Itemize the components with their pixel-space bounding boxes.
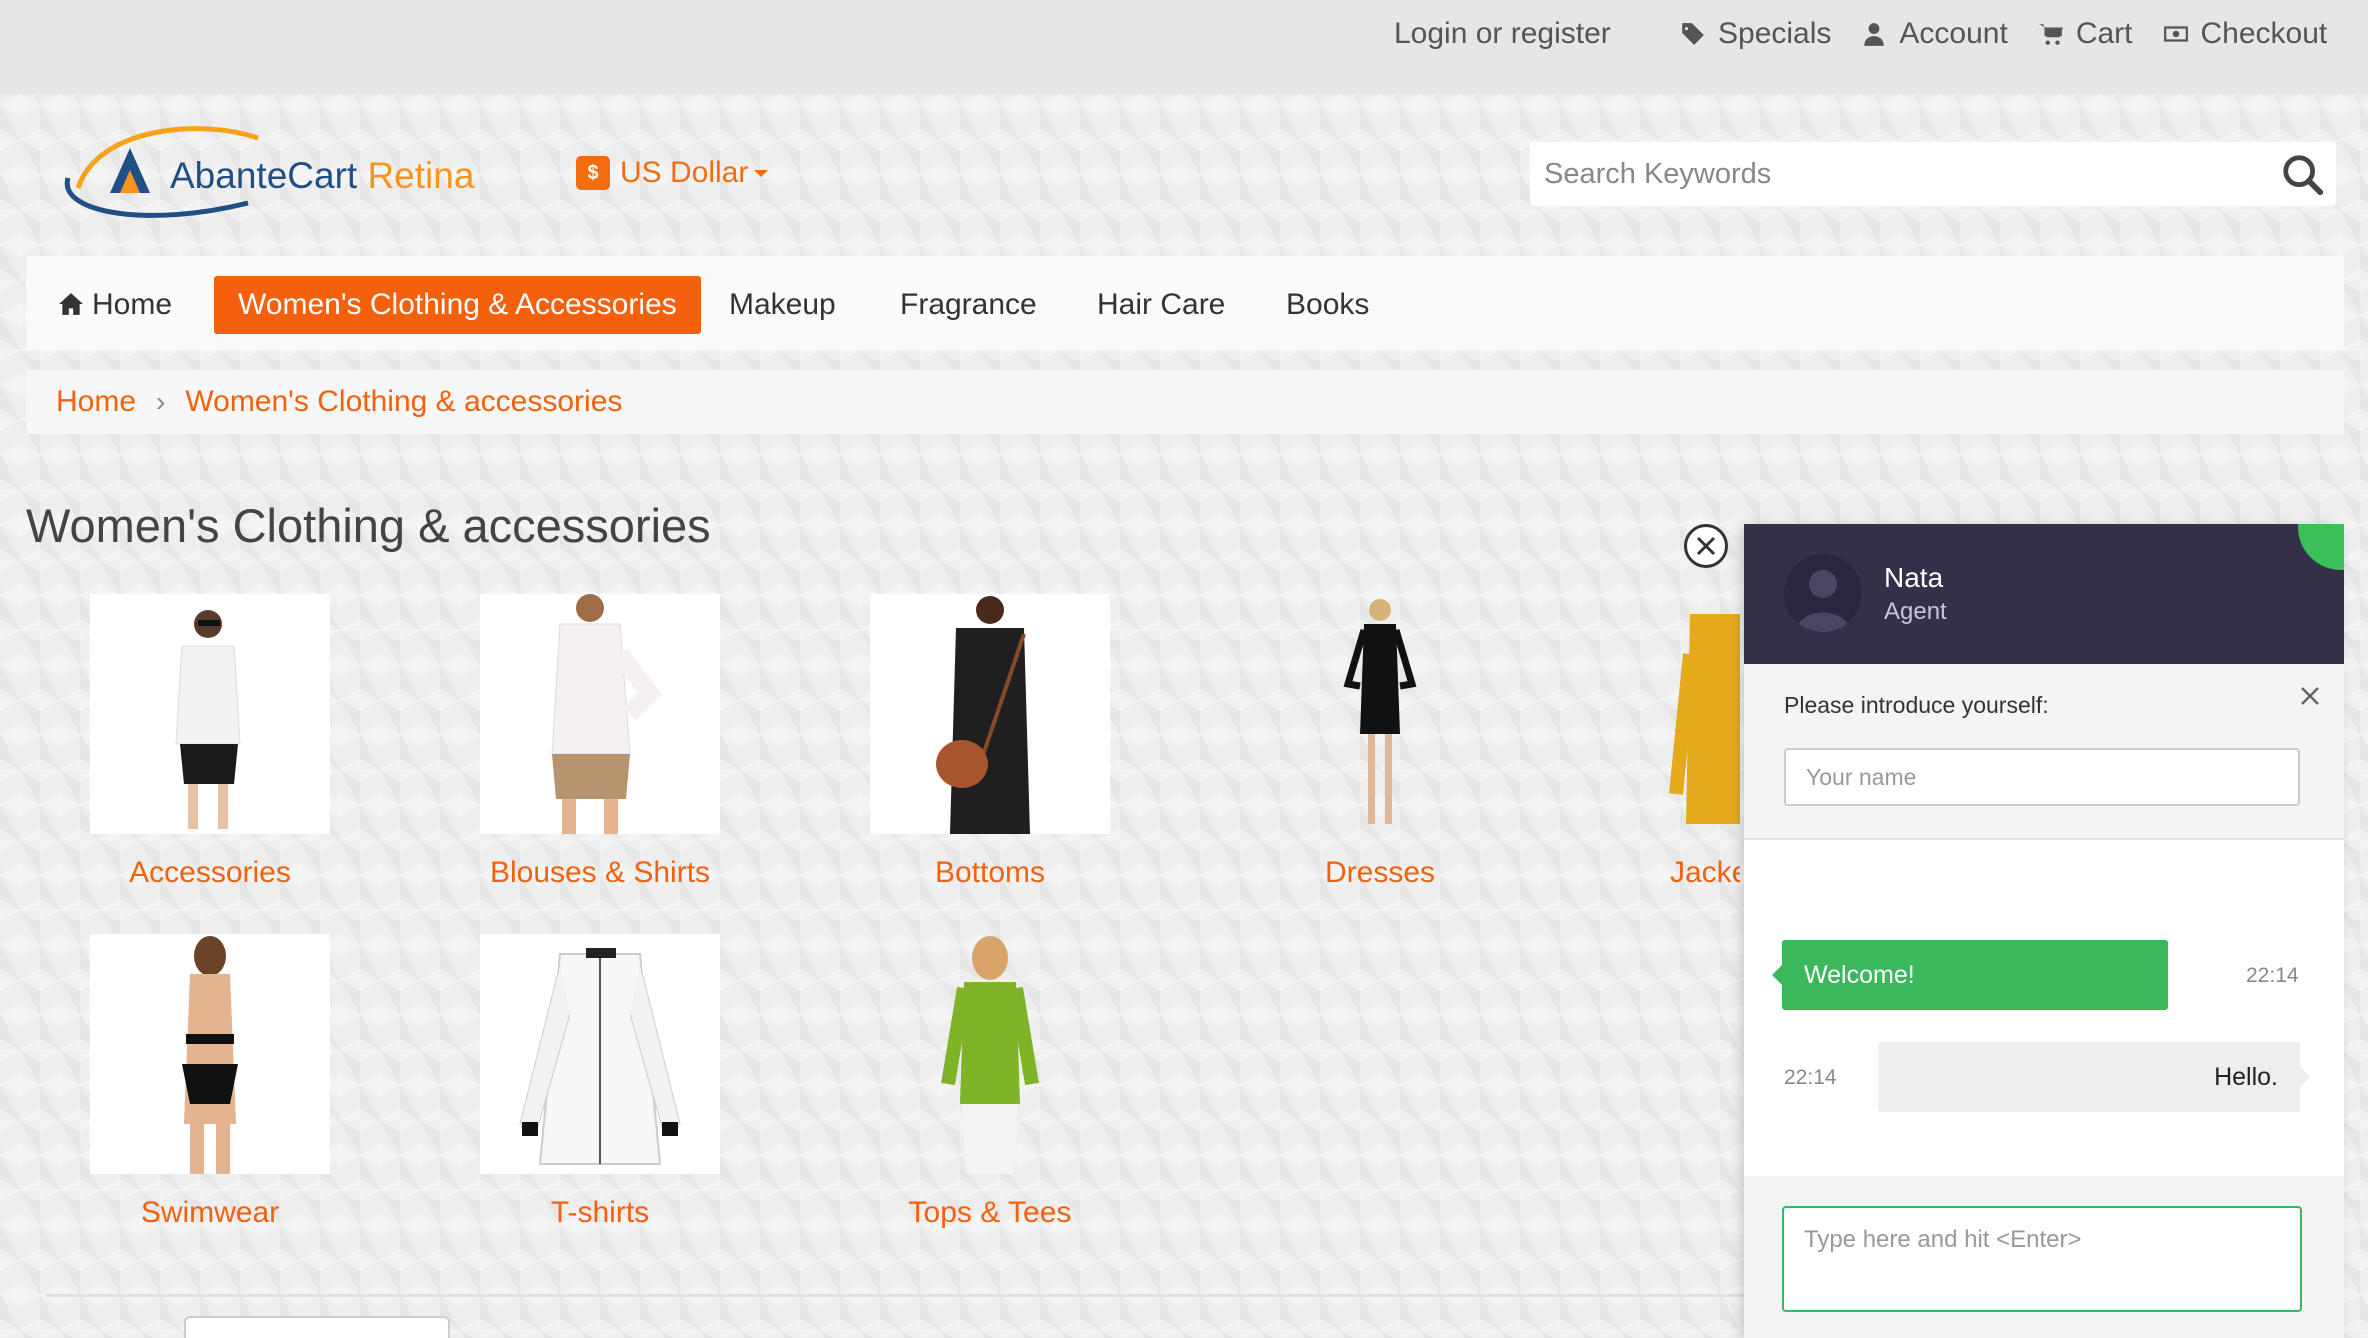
cart-link[interactable]: Cart [2038, 15, 2133, 53]
category-image[interactable] [870, 594, 1110, 834]
message-timestamp: 22:14 [2246, 964, 2299, 987]
category-image[interactable] [1590, 594, 1740, 834]
sort-select[interactable] [184, 1316, 450, 1338]
close-icon [1696, 536, 1716, 556]
category-t-shirts[interactable]: T-shirts [480, 934, 720, 1230]
top-bar: Login or register Specials Account Cart … [0, 0, 2368, 94]
chat-widget: Nata Agent Please introduce yourself: We… [1744, 524, 2344, 1338]
name-field[interactable] [1784, 748, 2300, 806]
nav-item-fragrance[interactable]: Fragrance [900, 276, 1037, 334]
top-links: Specials Account Cart Checkout [1680, 15, 2327, 53]
breadcrumb-home[interactable]: Home [56, 385, 136, 419]
nav-item-womens-clothing[interactable]: Women's Clothing & Accessories [214, 276, 701, 334]
model-tshirt-image [175, 610, 241, 829]
category-label[interactable]: T-shirts [480, 1196, 720, 1230]
cart-icon [2038, 24, 2063, 45]
category-jackets[interactable]: Jackets [1590, 594, 1740, 890]
model-dress-image [1343, 599, 1417, 824]
checkout-link[interactable]: Checkout [2163, 15, 2328, 53]
currency-label: US Dollar [620, 156, 749, 189]
search-input[interactable] [1530, 142, 2260, 206]
avatar [1784, 554, 1862, 632]
nav-item-home[interactable]: Home [58, 276, 172, 334]
category-tops-tees[interactable]: Tops & Tees [870, 934, 1110, 1230]
main-nav: Home Women's Clothing & Accessories Make… [26, 256, 2344, 350]
cart-label: Cart [2075, 17, 2133, 50]
tag-icon [1682, 23, 1704, 45]
category-label[interactable]: Blouses & Shirts [480, 856, 720, 890]
online-status-indicator [2298, 524, 2344, 570]
category-image[interactable] [1260, 594, 1500, 834]
chevron-down-icon [754, 169, 769, 177]
message-timestamp: 22:14 [1784, 1066, 1837, 1089]
close-icon[interactable] [2296, 682, 2324, 710]
user-silhouette-icon [1796, 570, 1850, 632]
account-label: Account [1899, 17, 2008, 50]
shirt-image [519, 948, 681, 1165]
search-box [1530, 142, 2336, 206]
specials-label: Specials [1718, 17, 1832, 50]
account-link[interactable]: Account [1861, 15, 2008, 53]
user-icon [1864, 23, 1885, 46]
nav-item-books[interactable]: Books [1286, 276, 1369, 334]
message-input[interactable] [1782, 1206, 2302, 1312]
category-label[interactable]: Swimwear [90, 1196, 330, 1230]
model-bottoms-image [936, 596, 1030, 834]
agent-name: Nata [1884, 562, 1944, 593]
category-label[interactable]: Bottoms [870, 856, 1110, 890]
divider [46, 1294, 1746, 1297]
home-icon [59, 293, 83, 315]
category-label[interactable]: Tops & Tees [870, 1196, 1110, 1230]
category-image[interactable] [480, 934, 720, 1174]
chat-header: Nata Agent [1744, 524, 2344, 664]
login-register-link[interactable]: Login or register [1394, 15, 1611, 53]
model-jacket-image [1669, 614, 1740, 824]
breadcrumb: Home › Women's Clothing & accessories [26, 370, 2344, 434]
category-image[interactable] [90, 934, 330, 1174]
nav-item-hair-care[interactable]: Hair Care [1097, 276, 1225, 334]
category-swimwear[interactable]: Swimwear [90, 934, 330, 1230]
money-icon [2163, 26, 2188, 42]
dollar-icon: $ [576, 156, 610, 190]
currency-selector[interactable]: $ US Dollar [576, 156, 769, 190]
category-image[interactable] [480, 594, 720, 834]
page-title: Women's Clothing & accessories [26, 499, 711, 552]
model-blouse-image [551, 594, 662, 834]
specials-link[interactable]: Specials [1680, 15, 1831, 53]
nav-home-label: Home [92, 288, 173, 321]
chat-composer [1744, 1176, 2344, 1338]
introduce-panel: Please introduce yourself: [1744, 664, 2344, 840]
nav-item-makeup[interactable]: Makeup [729, 276, 836, 334]
breadcrumb-current[interactable]: Women's Clothing & accessories [185, 385, 622, 419]
agent-message: Welcome! [1772, 940, 2168, 1010]
category-label[interactable]: Accessories [90, 856, 330, 890]
logo-accent-text: Retina [367, 155, 475, 196]
logo-text: AbanteCart Retina [170, 155, 474, 197]
search-icon[interactable] [2280, 152, 2326, 198]
category-image[interactable] [870, 934, 1110, 1174]
model-tops-image [941, 936, 1039, 1174]
category-image[interactable] [90, 594, 330, 834]
chevron-right-icon: › [156, 386, 166, 417]
chat-close-button[interactable] [1684, 524, 1728, 568]
logo-main-text: AbanteCart [170, 155, 358, 196]
category-bottoms[interactable]: Bottoms [870, 594, 1110, 890]
intro-label: Please introduce yourself: [1784, 692, 2049, 718]
category-accessories[interactable]: Accessories [90, 594, 330, 890]
agent-role: Agent [1884, 598, 1947, 625]
user-message: Hello. [1878, 1042, 2310, 1112]
category-dresses[interactable]: Dresses [1260, 594, 1500, 890]
category-label[interactable]: Jackets [1590, 856, 1740, 890]
checkout-label: Checkout [2200, 17, 2328, 50]
category-blouses-shirts[interactable]: Blouses & Shirts [480, 594, 720, 890]
category-label[interactable]: Dresses [1260, 856, 1500, 890]
model-swimwear-image [182, 936, 238, 1174]
